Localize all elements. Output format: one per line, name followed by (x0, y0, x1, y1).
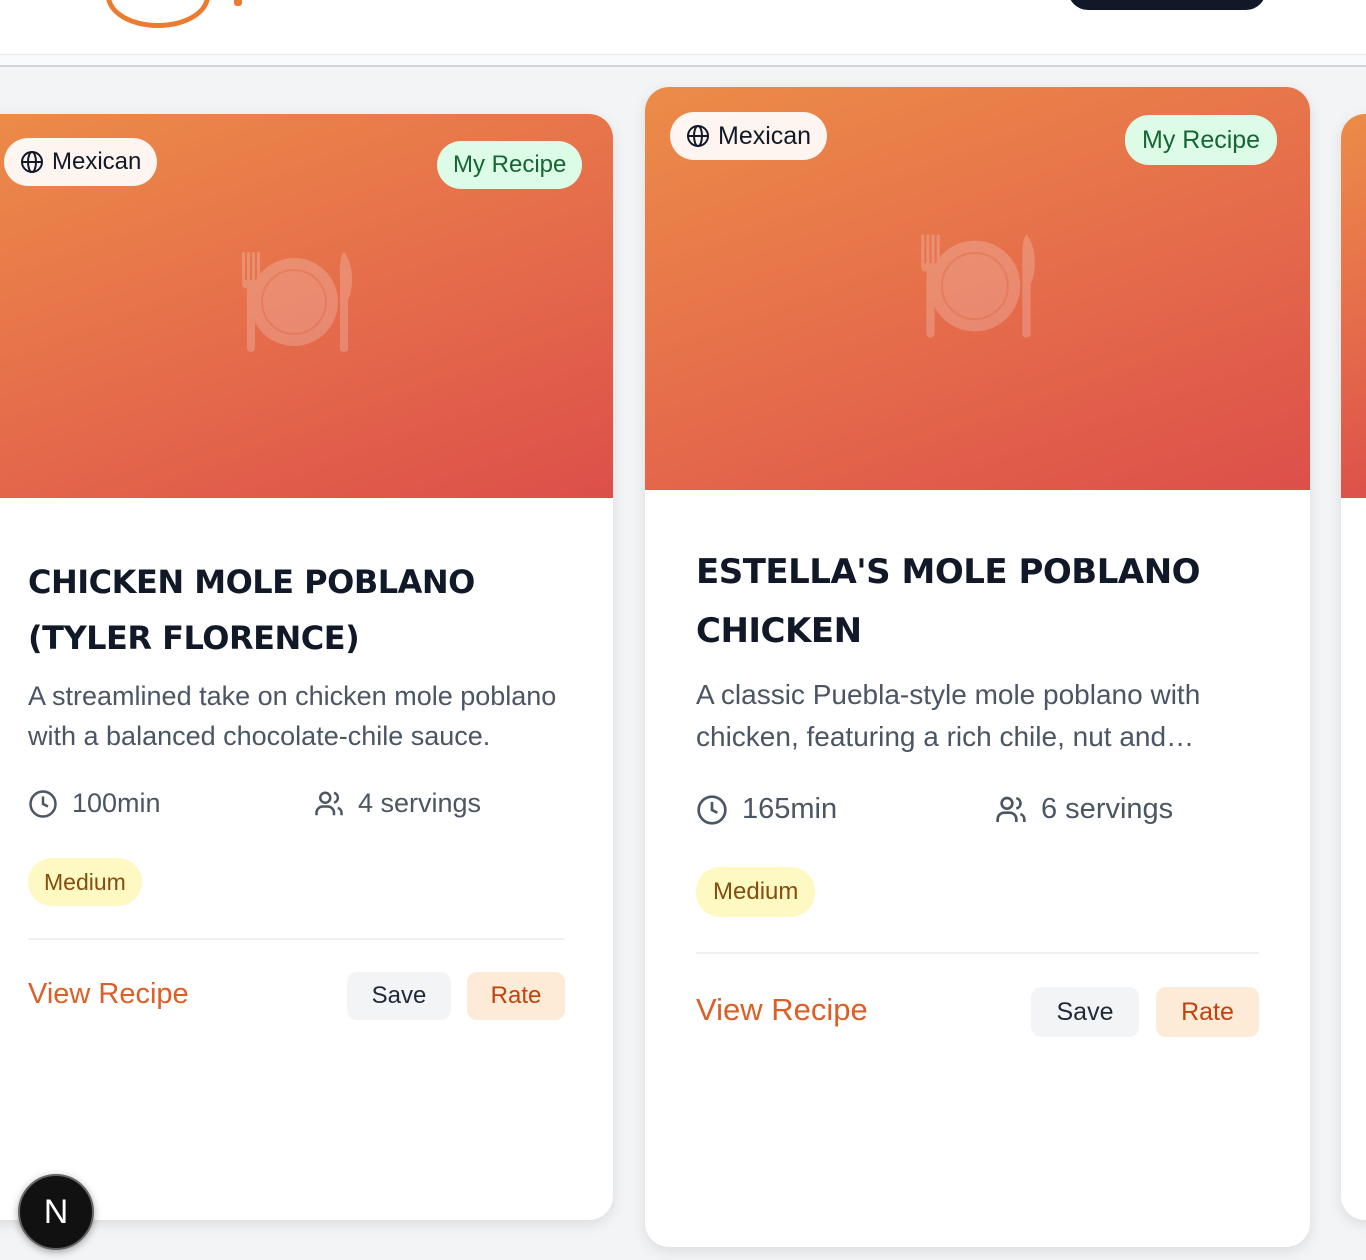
globe-icon (21, 151, 43, 173)
view-recipe-link[interactable]: View Recipe (696, 992, 868, 1028)
filter-bar (0, 55, 1366, 67)
servings-value: 6 servings (1041, 793, 1174, 825)
plate-utensils-icon (242, 252, 353, 352)
servings: 4 servings (314, 788, 481, 819)
cook-time-value: 165min (742, 793, 838, 825)
recipe-card[interactable]: Mexican My Recipe Chicken Mole Poblano (… (0, 114, 613, 1220)
clock-icon (697, 794, 727, 825)
difficulty-badge: Medium (696, 867, 816, 917)
dev-tools-badge[interactable]: N (18, 1174, 94, 1250)
card-divider (28, 938, 565, 940)
my-recipe-badge: My Recipe (437, 141, 583, 189)
app-logo[interactable] (106, 0, 210, 28)
recipe-title: Chicken Mole Poblano (Tyler Florence) (28, 563, 475, 657)
recipe-card[interactable]: Mexican My Recipe Estella's Mole Poblano… (645, 87, 1310, 1247)
plate-utensils-icon (921, 234, 1035, 338)
globe-icon (687, 125, 709, 147)
cook-time: 165min (696, 793, 837, 826)
recipe-description: A streamlined take on chicken mole pobla… (28, 681, 557, 751)
users-icon (996, 796, 1026, 822)
cuisine-label: Mexican (718, 121, 812, 150)
clock-icon (29, 789, 57, 818)
servings: 6 servings (995, 793, 1173, 826)
app-logo-dot (234, 0, 242, 6)
my-recipe-badge: My Recipe (1125, 115, 1278, 165)
recipe-description: A classic Puebla-style mole poblano with… (696, 679, 1201, 752)
rate-button[interactable]: Rate (467, 972, 565, 1020)
cook-time-value: 100min (72, 788, 161, 818)
rate-button[interactable]: Rate (1156, 987, 1259, 1037)
top-navigation-bar (0, 0, 1366, 55)
cuisine-badge: Mexican (670, 112, 828, 160)
difficulty-badge: Medium (28, 858, 142, 906)
servings-value: 4 servings (358, 788, 482, 818)
users-icon (315, 791, 343, 815)
recipe-card[interactable] (1341, 114, 1366, 1220)
account-button[interactable] (1068, 0, 1266, 10)
cuisine-badge: Mexican (4, 138, 158, 186)
save-button[interactable]: Save (1031, 987, 1139, 1037)
recipe-image-placeholder (1341, 114, 1366, 498)
recipe-image-placeholder: Mexican My Recipe (0, 114, 613, 498)
cuisine-label: Mexican (52, 148, 142, 175)
recipe-title: Estella's Mole Poblano Chicken (696, 552, 1201, 651)
save-button[interactable]: Save (347, 972, 451, 1020)
view-recipe-link[interactable]: View Recipe (28, 978, 189, 1011)
recipe-image-placeholder: Mexican My Recipe (645, 87, 1310, 490)
cook-time: 100min (28, 788, 161, 819)
card-divider (696, 952, 1259, 954)
